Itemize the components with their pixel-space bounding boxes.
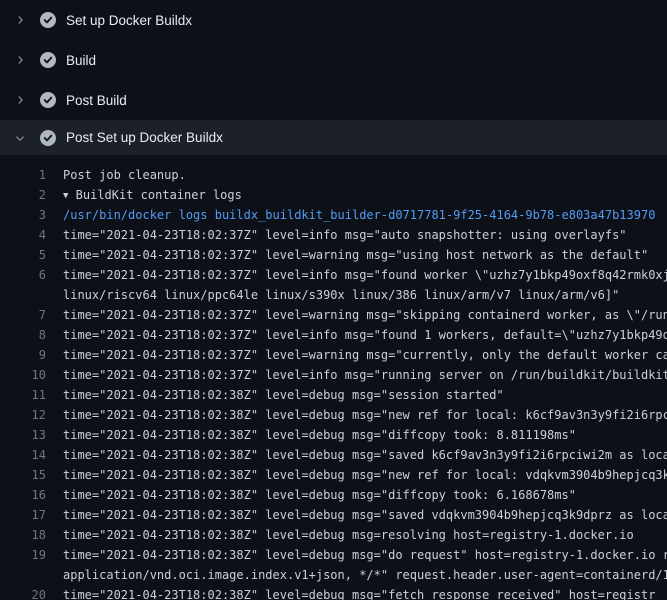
log-text: time="2021-04-23T18:02:37Z" level=info m… — [63, 225, 627, 245]
chevron-right-icon — [13, 53, 27, 67]
line-number[interactable]: 6 — [0, 265, 46, 285]
check-circle-icon — [40, 52, 56, 68]
line-number[interactable]: 20 — [0, 585, 46, 600]
log-line-continuation: linux/riscv64 linux/ppc64le linux/s390x … — [0, 285, 667, 305]
log-line: 18 time="2021-04-23T18:02:38Z" level=debu… — [0, 525, 667, 545]
line-number — [0, 565, 46, 585]
line-number[interactable]: 19 — [0, 545, 46, 565]
workflow-step-list: Set up Docker Buildx Build Post Build Po… — [0, 0, 667, 155]
line-number[interactable]: 16 — [0, 485, 46, 505]
line-number[interactable]: 18 — [0, 525, 46, 545]
check-circle-icon — [40, 12, 56, 28]
log-text: time="2021-04-23T18:02:38Z" level=debug … — [63, 385, 504, 405]
log-line: 16 time="2021-04-23T18:02:38Z" level=debu… — [0, 485, 667, 505]
line-number[interactable]: 14 — [0, 445, 46, 465]
line-number[interactable]: 17 — [0, 505, 46, 525]
log-line: 19 time="2021-04-23T18:02:38Z" level=debu… — [0, 545, 667, 565]
log-line: 9 time="2021-04-23T18:02:37Z" level=warni… — [0, 345, 667, 365]
chevron-right-icon — [13, 13, 27, 27]
line-number[interactable]: 10 — [0, 365, 46, 385]
log-text: time="2021-04-23T18:02:38Z" level=debug … — [63, 445, 667, 465]
step-label: Post Set up Docker Buildx — [66, 130, 223, 145]
log-text: time="2021-04-23T18:02:38Z" level=debug … — [63, 425, 576, 445]
log-line: 4 time="2021-04-23T18:02:37Z" level=info … — [0, 225, 667, 245]
line-number[interactable]: 1 — [0, 165, 46, 185]
log-text: time="2021-04-23T18:02:38Z" level=debug … — [63, 545, 667, 565]
log-line: 2 ▼ BuildKit container logs — [0, 185, 667, 205]
step-row-build[interactable]: Build — [0, 40, 667, 80]
log-line: 1 Post job cleanup. — [0, 165, 667, 185]
line-number[interactable]: 12 — [0, 405, 46, 425]
line-number — [0, 285, 46, 305]
line-number[interactable]: 5 — [0, 245, 46, 265]
log-lines: 1 Post job cleanup. 2 ▼ BuildKit container … — [0, 155, 667, 600]
line-number[interactable]: 2 — [0, 185, 46, 205]
log-text: linux/riscv64 linux/ppc64le linux/s390x … — [63, 285, 619, 305]
step-label: Post Build — [66, 93, 127, 108]
log-line: 11 time="2021-04-23T18:02:38Z" level=debu… — [0, 385, 667, 405]
log-text: time="2021-04-23T18:02:37Z" level=warnin… — [63, 305, 667, 325]
line-number[interactable]: 13 — [0, 425, 46, 445]
line-number[interactable]: 9 — [0, 345, 46, 365]
log-text: application/vnd.oci.image.index.v1+json,… — [63, 565, 667, 585]
log-line: 8 time="2021-04-23T18:02:37Z" level=info … — [0, 325, 667, 345]
check-circle-icon — [40, 92, 56, 108]
log-text: time="2021-04-23T18:02:37Z" level=warnin… — [63, 245, 648, 265]
step-row-post-setup-docker-buildx[interactable]: Post Set up Docker Buildx — [0, 120, 667, 155]
log-text: time="2021-04-23T18:02:37Z" level=info m… — [63, 365, 667, 385]
log-text: time="2021-04-23T18:02:38Z" level=debug … — [63, 485, 576, 505]
step-row-setup-docker-buildx[interactable]: Set up Docker Buildx — [0, 0, 667, 40]
line-number[interactable]: 3 — [0, 205, 46, 225]
log-line: 12 time="2021-04-23T18:02:38Z" level=debu… — [0, 405, 667, 425]
log-text: time="2021-04-23T18:02:38Z" level=debug … — [63, 405, 667, 425]
log-text: time="2021-04-23T18:02:37Z" level=warnin… — [63, 345, 667, 365]
log-command-text: /usr/bin/docker logs buildx_buildkit_bui… — [63, 205, 655, 225]
log-text: time="2021-04-23T18:02:38Z" level=debug … — [63, 505, 667, 525]
group-expand-triangle-icon: ▼ — [63, 186, 68, 205]
log-text: time="2021-04-23T18:02:38Z" level=debug … — [63, 465, 667, 485]
log-text: time="2021-04-23T18:02:38Z" level=debug … — [63, 525, 634, 545]
log-text: Post job cleanup. — [63, 165, 186, 185]
log-line: 13 time="2021-04-23T18:02:38Z" level=debu… — [0, 425, 667, 445]
log-line: 3/usr/bin/docker logs buildx_buildkit_bu… — [0, 205, 667, 225]
log-group-toggle[interactable]: ▼ BuildKit container logs — [63, 185, 242, 205]
chevron-down-icon — [13, 131, 27, 145]
log-line: 20 time="2021-04-23T18:02:38Z" level=debu… — [0, 585, 667, 600]
log-line: 6 time="2021-04-23T18:02:37Z" level=info … — [0, 265, 667, 285]
line-number[interactable]: 7 — [0, 305, 46, 325]
check-circle-icon — [40, 130, 56, 146]
line-number[interactable]: 11 — [0, 385, 46, 405]
step-label: Build — [66, 53, 96, 68]
log-line-continuation: application/vnd.oci.image.index.v1+json,… — [0, 565, 667, 585]
line-number[interactable]: 15 — [0, 465, 46, 485]
log-line: 5 time="2021-04-23T18:02:37Z" level=warni… — [0, 245, 667, 265]
chevron-right-icon — [13, 93, 27, 107]
line-number[interactable]: 4 — [0, 225, 46, 245]
log-line: 14 time="2021-04-23T18:02:38Z" level=debu… — [0, 445, 667, 465]
log-line: 17 time="2021-04-23T18:02:38Z" level=debu… — [0, 505, 667, 525]
step-row-post-build[interactable]: Post Build — [0, 80, 667, 120]
line-number[interactable]: 8 — [0, 325, 46, 345]
log-line: 15 time="2021-04-23T18:02:38Z" level=debu… — [0, 465, 667, 485]
log-text: time="2021-04-23T18:02:38Z" level=debug … — [63, 585, 655, 600]
log-line: 10 time="2021-04-23T18:02:37Z" level=info… — [0, 365, 667, 385]
log-text: time="2021-04-23T18:02:37Z" level=info m… — [63, 265, 667, 285]
log-text: time="2021-04-23T18:02:37Z" level=info m… — [63, 325, 667, 345]
log-line: 7 time="2021-04-23T18:02:37Z" level=warni… — [0, 305, 667, 325]
step-label: Set up Docker Buildx — [66, 13, 192, 28]
